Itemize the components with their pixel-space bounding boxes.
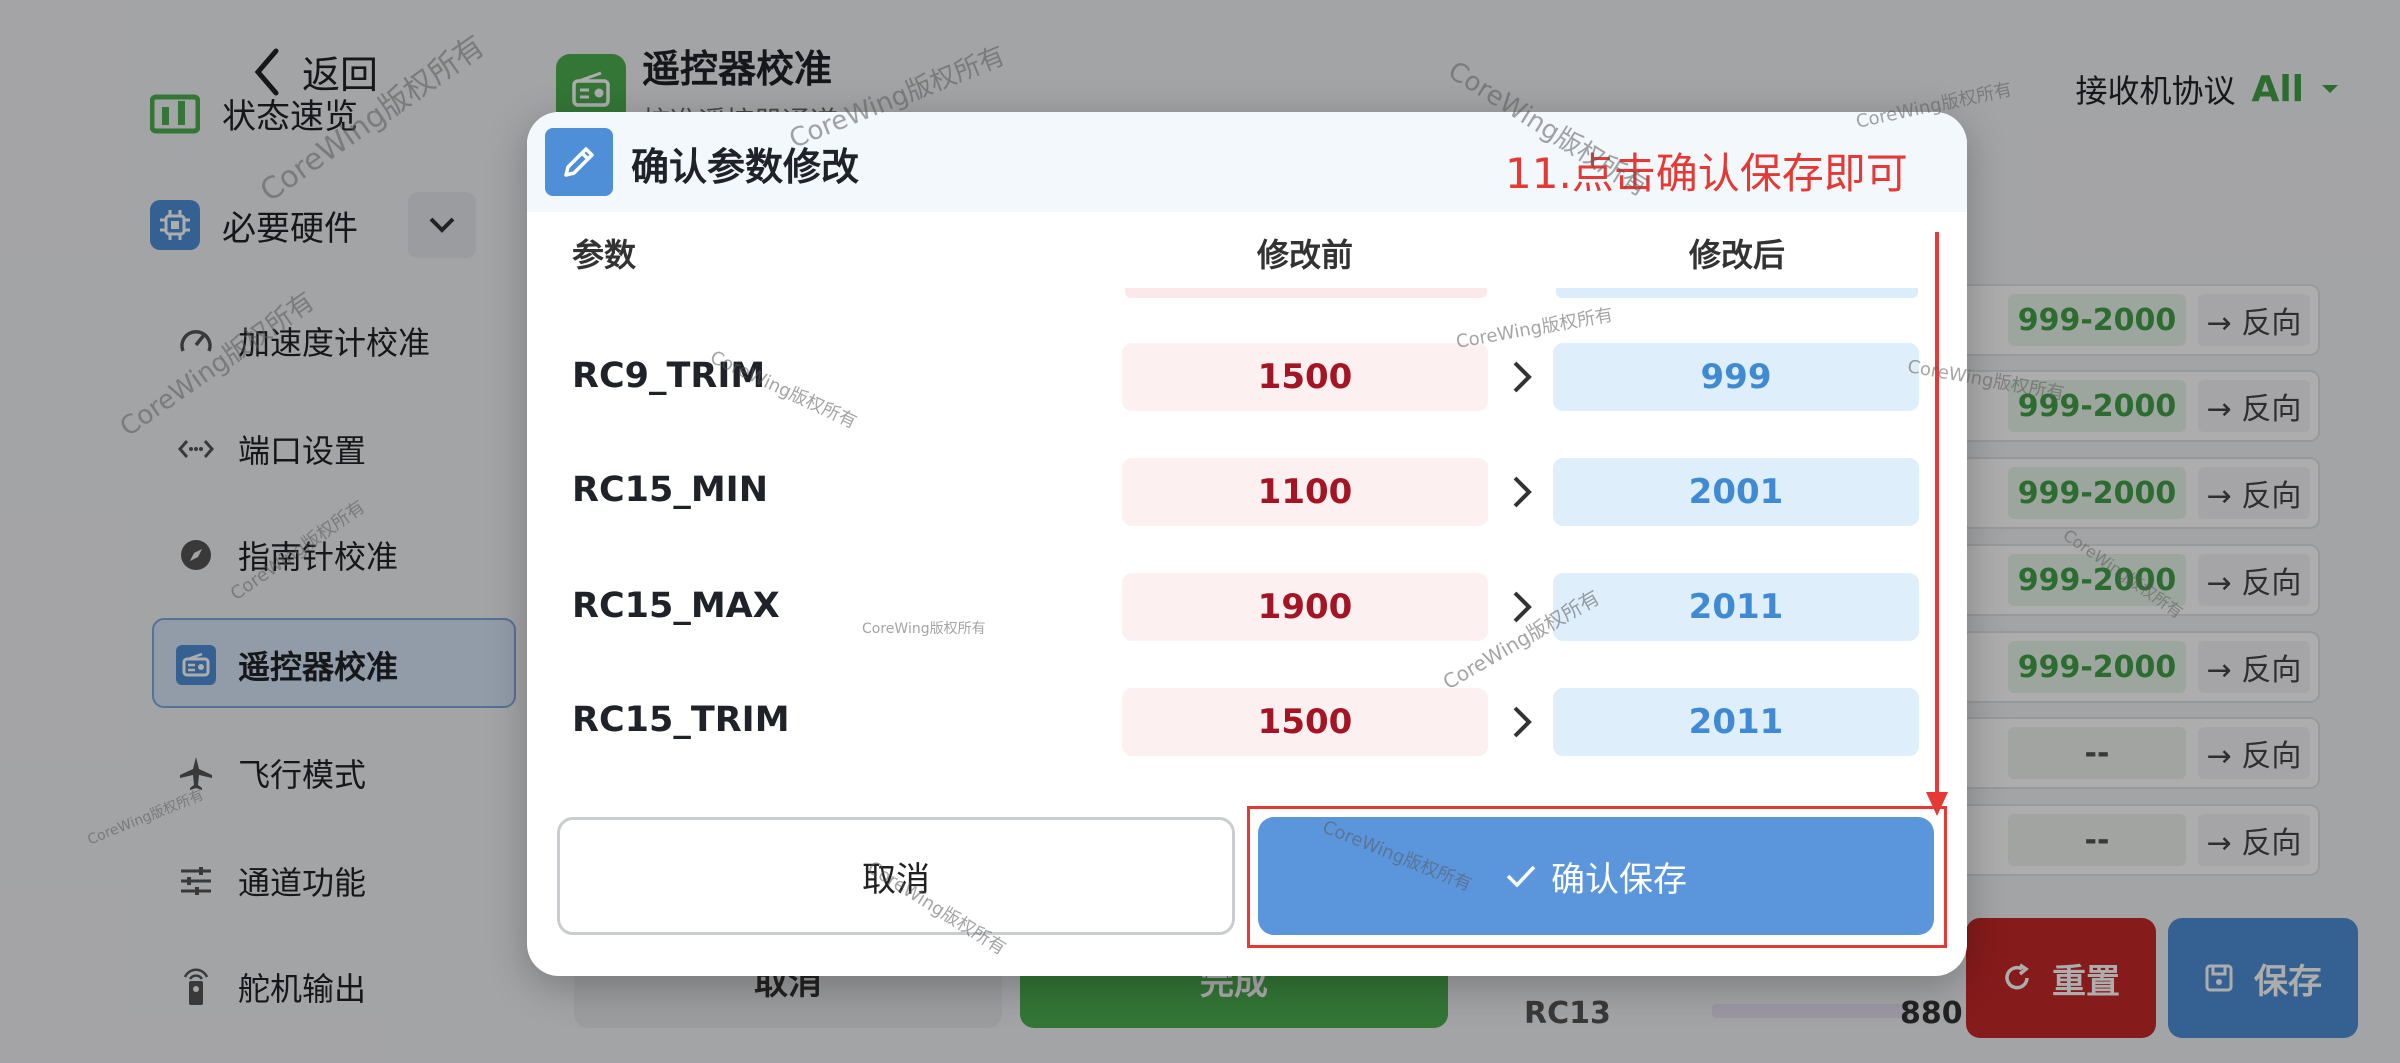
annotation-arrow [1926, 232, 1948, 816]
confirm-dialog: 确认参数修改 11.点击确认保存即可 参数 修改前 修改后 RC9_TRIM 1… [527, 112, 1967, 976]
